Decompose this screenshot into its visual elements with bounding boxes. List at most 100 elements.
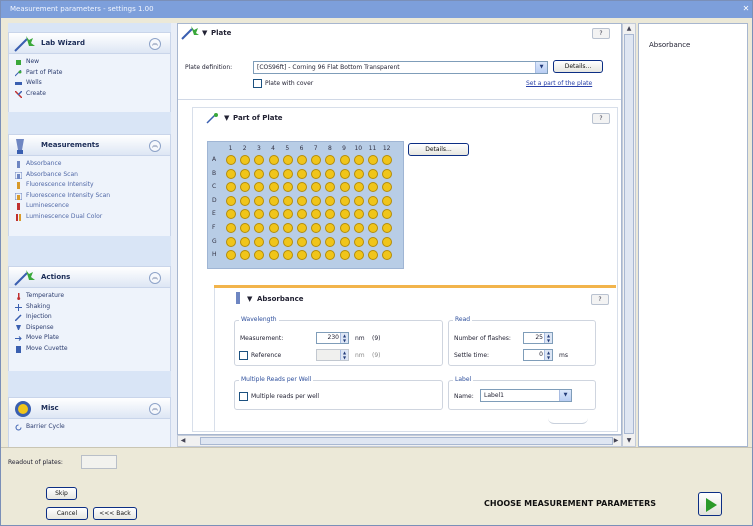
- well[interactable]: [368, 182, 378, 193]
- well[interactable]: [311, 155, 322, 165]
- well[interactable]: [311, 223, 322, 233]
- column-label[interactable]: 12: [381, 145, 392, 152]
- back-button[interactable]: <<< Back: [93, 507, 137, 520]
- absorbance-header[interactable]: ▼ Absorbance ?: [215, 290, 615, 308]
- row-label[interactable]: D: [212, 197, 220, 204]
- well[interactable]: [268, 236, 279, 247]
- row-label[interactable]: E: [212, 210, 220, 217]
- skip-button[interactable]: Skip: [46, 487, 77, 500]
- well[interactable]: [368, 236, 378, 247]
- well[interactable]: [325, 195, 336, 206]
- well[interactable]: [254, 250, 265, 261]
- sidebar-item-absorbance[interactable]: Absorbance: [13, 159, 170, 170]
- help-button[interactable]: ?: [591, 294, 609, 305]
- sidebar-item-part-of-plate[interactable]: Part of Plate: [13, 68, 170, 79]
- well[interactable]: [339, 182, 350, 193]
- well[interactable]: [382, 236, 393, 247]
- well[interactable]: [339, 223, 350, 233]
- reference-checkbox[interactable]: [239, 351, 248, 360]
- well[interactable]: [268, 223, 279, 233]
- well[interactable]: [254, 155, 265, 165]
- next-button[interactable]: [698, 492, 722, 516]
- well[interactable]: [240, 155, 251, 165]
- well[interactable]: [297, 155, 307, 165]
- panel-header-misc[interactable]: Misc ︽: [8, 397, 171, 419]
- scroll-thumb[interactable]: [624, 34, 634, 434]
- plate-definition-select[interactable]: [COS96ft] - Corning 96 Flat Bottom Trans…: [253, 61, 548, 74]
- well[interactable]: [297, 168, 307, 179]
- column-label[interactable]: 9: [339, 145, 350, 152]
- column-label[interactable]: 1: [225, 145, 236, 152]
- collapse-icon[interactable]: ︽: [149, 140, 161, 152]
- column-label[interactable]: 11: [367, 145, 378, 152]
- well[interactable]: [240, 236, 251, 247]
- well[interactable]: [382, 155, 393, 165]
- sidebar-item-create[interactable]: Create: [13, 89, 170, 100]
- well[interactable]: [268, 250, 279, 261]
- sidebar-item-luminescence[interactable]: Luminescence: [13, 201, 170, 212]
- well[interactable]: [368, 223, 378, 233]
- scroll-thumb[interactable]: [200, 437, 613, 445]
- well[interactable]: [311, 182, 322, 193]
- arrow-down-icon[interactable]: ▼: [623, 436, 635, 446]
- well[interactable]: [240, 182, 251, 193]
- well[interactable]: [382, 223, 393, 233]
- well[interactable]: [339, 236, 350, 247]
- sidebar-item-luminescence-dual[interactable]: Luminescence Dual Color: [13, 212, 170, 223]
- well[interactable]: [282, 209, 293, 220]
- collapse-icon[interactable]: ︽: [149, 38, 161, 50]
- well[interactable]: [382, 250, 393, 261]
- sidebar-item-injection[interactable]: Injection: [13, 312, 170, 323]
- well[interactable]: [311, 250, 322, 261]
- well[interactable]: [240, 209, 251, 220]
- well[interactable]: [240, 168, 251, 179]
- well[interactable]: [368, 168, 378, 179]
- panel-header-lab-wizard[interactable]: Lab Wizard ︽: [8, 32, 171, 54]
- well[interactable]: [325, 155, 336, 165]
- sidebar-item-temperature[interactable]: Temperature: [13, 291, 170, 302]
- column-label[interactable]: 6: [296, 145, 307, 152]
- well[interactable]: [368, 155, 378, 165]
- well[interactable]: [226, 182, 236, 193]
- spin-arrows-icon[interactable]: ▲ ▼: [340, 333, 348, 343]
- column-label[interactable]: 8: [324, 145, 335, 152]
- measurement-wavelength-input[interactable]: 230 ▲ ▼: [316, 332, 349, 344]
- well[interactable]: [297, 209, 307, 220]
- readout-input[interactable]: [81, 455, 117, 469]
- close-icon[interactable]: ✕: [741, 4, 751, 14]
- sidebar-item-new[interactable]: New: [13, 57, 170, 68]
- vertical-scrollbar[interactable]: ▲ ▼: [622, 23, 636, 447]
- well[interactable]: [353, 155, 364, 165]
- column-label[interactable]: 10: [353, 145, 364, 152]
- row-label[interactable]: H: [212, 251, 220, 258]
- column-label[interactable]: 7: [310, 145, 321, 152]
- well[interactable]: [226, 195, 236, 206]
- sidebar-item-fluorescence-scan[interactable]: Fluorescence Intensity Scan: [13, 191, 170, 202]
- column-label[interactable]: 3: [253, 145, 264, 152]
- well[interactable]: [240, 223, 251, 233]
- well[interactable]: [353, 250, 364, 261]
- well[interactable]: [226, 223, 236, 233]
- well[interactable]: [325, 209, 336, 220]
- well[interactable]: [353, 195, 364, 206]
- well[interactable]: [282, 250, 293, 261]
- column-label[interactable]: 4: [268, 145, 279, 152]
- well[interactable]: [282, 182, 293, 193]
- well[interactable]: [226, 155, 236, 165]
- well[interactable]: [297, 236, 307, 247]
- part-details-button[interactable]: Details...: [408, 143, 469, 156]
- well[interactable]: [339, 195, 350, 206]
- arrow-left-icon[interactable]: ◀: [178, 436, 188, 446]
- well[interactable]: [268, 155, 279, 165]
- collapse-icon[interactable]: ︽: [149, 272, 161, 284]
- well[interactable]: [382, 195, 393, 206]
- sidebar-item-dispense[interactable]: Dispense: [13, 323, 170, 334]
- well[interactable]: [268, 195, 279, 206]
- well[interactable]: [311, 236, 322, 247]
- well[interactable]: [268, 168, 279, 179]
- plate-grid[interactable]: 1 2 3 4 5 6 7 8 9 10 11 12 A B C D E F G H: [207, 141, 404, 269]
- well[interactable]: [353, 236, 364, 247]
- spin-arrows-icon[interactable]: ▲ ▼: [544, 350, 552, 360]
- well[interactable]: [268, 209, 279, 220]
- well[interactable]: [254, 236, 265, 247]
